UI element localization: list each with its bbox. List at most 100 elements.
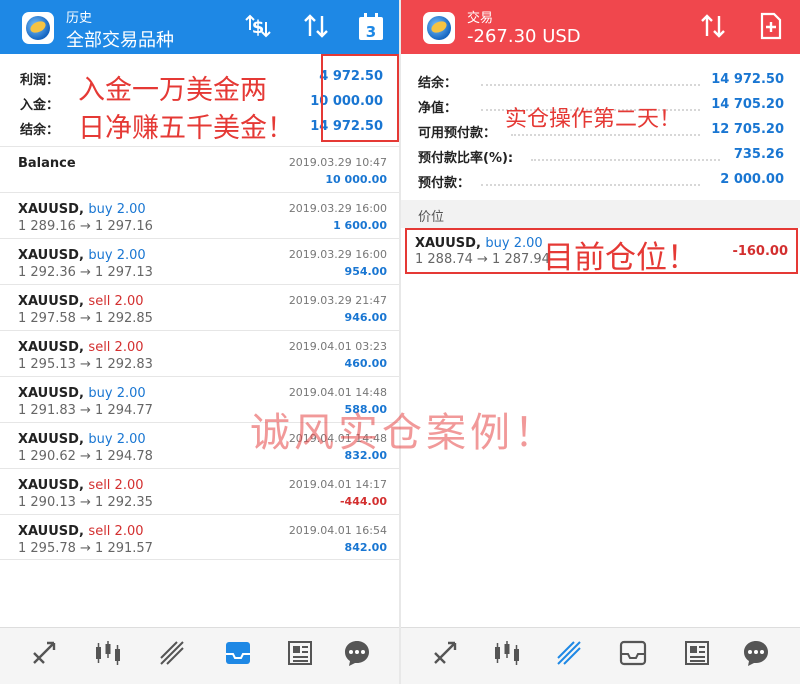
trade-symbol: XAUUSD, — [18, 386, 84, 401]
calendar-icon[interactable]: 3 — [355, 12, 387, 48]
trade-time: 2019.04.01 14:17 — [288, 478, 387, 491]
trade-prices: 1 295.78 → 1 291.57 — [18, 541, 153, 556]
news-icon[interactable] — [280, 638, 320, 674]
trade-symbol: XAUUSD, — [18, 248, 84, 263]
trade-row[interactable]: XAUUSD, sell 2.00 1 295.78 → 1 291.57 20… — [0, 514, 399, 560]
symbol-filter[interactable]: 全部交易品种 — [66, 26, 174, 52]
dot-leader — [481, 84, 700, 86]
trade-icon[interactable] — [549, 638, 589, 674]
sort-arrows-icon[interactable] — [697, 12, 729, 46]
trade-side: sell 2.00 — [88, 524, 144, 539]
summary-balance-label: 结余： — [20, 123, 60, 138]
metatrader-logo-icon[interactable] — [423, 12, 455, 44]
trade-symbol: XAUUSD, — [18, 202, 84, 217]
trade-row[interactable]: XAUUSD, sell 2.00 1 290.13 → 1 292.35 20… — [0, 468, 399, 514]
history-panel: 历史 全部交易品种 $ 3 利润： 4 972.50 入金： 10 000.00… — [0, 0, 399, 684]
trade-icon[interactable] — [152, 638, 192, 674]
trade-profit: 946.00 — [344, 311, 387, 324]
trade-side: sell 2.00 — [88, 340, 144, 355]
summary-profit-label: 利润： — [20, 73, 60, 88]
watermark-text: 诚风实仓案例！ — [250, 410, 558, 456]
trade-symbol: XAUUSD, — [18, 478, 84, 493]
bottom-navigation — [0, 627, 399, 684]
chart-candles-icon[interactable] — [88, 638, 128, 674]
summary-margin-level-label: 预付款比率(%): — [418, 151, 514, 166]
dot-leader — [511, 134, 700, 136]
trade-symbol: XAUUSD, — [18, 294, 84, 309]
trade-prices: 1 297.58 → 1 292.85 — [18, 311, 153, 326]
summary-deposit-label: 入金： — [20, 98, 60, 113]
summary-equity-value: 14 705.20 — [711, 97, 784, 112]
trade-side: buy 2.00 — [88, 202, 146, 217]
app-bar-title: 历史 — [66, 11, 93, 26]
history-app-bar: 历史 全部交易品种 $ 3 — [0, 0, 399, 54]
trade-side: sell 2.00 — [88, 478, 144, 493]
overlay-note: 实仓操作第二天！ — [505, 107, 682, 132]
trade-prices: 1 295.13 → 1 292.83 — [18, 357, 153, 372]
trade-prices: 1 289.16 → 1 297.16 — [18, 219, 153, 234]
trade-side: sell 2.00 — [88, 294, 144, 309]
summary-balance-value: 14 972.50 — [711, 72, 784, 87]
trade-row[interactable]: XAUUSD, buy 2.00 1 289.16 → 1 297.16 201… — [0, 192, 399, 238]
history-inbox-icon[interactable] — [613, 638, 653, 674]
trade-time: 2019.03.29 21:47 — [288, 294, 387, 307]
summary-margin-value: 2 000.00 — [720, 172, 784, 187]
overlay-position-note: 目前仓位！ — [543, 240, 698, 276]
section-label: 价位 — [418, 210, 445, 225]
trade-app-bar: 交易 -267.30 USD — [401, 0, 800, 54]
new-order-icon[interactable] — [757, 12, 785, 46]
trade-symbol: XAUUSD, — [18, 340, 84, 355]
trade-prices: 1 292.36 → 1 297.13 — [18, 265, 153, 280]
trade-symbol: XAUUSD, — [18, 432, 84, 447]
floating-pl: -267.30 USD — [467, 26, 581, 47]
trade-side: buy 2.00 — [88, 432, 146, 447]
trade-profit: 954.00 — [344, 265, 387, 278]
news-icon[interactable] — [677, 638, 717, 674]
trade-row[interactable]: XAUUSD, buy 2.00 1 292.36 → 1 297.13 201… — [0, 238, 399, 284]
balance-amount: 10 000.00 — [325, 173, 387, 186]
trade-profit: 842.00 — [344, 541, 387, 554]
dollar-sort-icon[interactable]: $ — [242, 12, 274, 46]
trade-side: buy 2.00 — [88, 248, 146, 263]
trade-row[interactable]: XAUUSD, sell 2.00 1 295.13 → 1 292.83 20… — [0, 330, 399, 376]
summary-margin-label: 预付款： — [418, 176, 471, 191]
trade-prices: 1 291.83 → 1 294.77 — [18, 403, 153, 418]
summary-margin-level-value: 735.26 — [733, 147, 784, 162]
trade-side: buy 2.00 — [88, 386, 146, 401]
balance-label: Balance — [18, 156, 76, 171]
overlay-line-1: 入金一万美金两 — [78, 75, 267, 106]
trade-time: 2019.04.01 14:48 — [288, 386, 387, 399]
trade-profit: 460.00 — [344, 357, 387, 370]
chart-candles-icon[interactable] — [487, 638, 527, 674]
positions-section-header: 价位 — [401, 200, 800, 228]
app-bar-title: 交易 — [467, 11, 494, 26]
trade-time: 2019.03.29 16:00 — [288, 248, 387, 261]
trade-time: 2019.04.01 16:54 — [288, 524, 387, 537]
balance-row[interactable]: Balance 2019.03.29 10:47 10 000.00 — [0, 146, 399, 192]
calendar-day-text: 3 — [366, 23, 376, 41]
trade-row[interactable]: XAUUSD, sell 2.00 1 297.58 → 1 292.85 20… — [0, 284, 399, 330]
quotes-icon[interactable] — [24, 638, 64, 674]
quotes-icon[interactable] — [425, 638, 465, 674]
history-inbox-icon[interactable] — [218, 638, 258, 674]
overlay-line-2: 日净赚五千美金！ — [78, 113, 294, 144]
chat-icon[interactable] — [736, 638, 776, 674]
summary-free-margin-label: 可用预付款： — [418, 126, 497, 141]
trade-profit: -444.00 — [339, 495, 387, 508]
metatrader-logo-icon[interactable] — [22, 12, 54, 44]
summary-equity-label: 净值： — [418, 101, 458, 116]
trade-time: 2019.04.01 03:23 — [288, 340, 387, 353]
dot-leader — [531, 159, 720, 161]
sort-arrows-icon[interactable] — [300, 12, 332, 46]
trade-prices: 1 290.13 → 1 292.35 — [18, 495, 153, 510]
dot-leader — [481, 184, 700, 186]
trade-symbol: XAUUSD, — [18, 524, 84, 539]
bottom-navigation — [401, 627, 800, 684]
balance-time: 2019.03.29 10:47 — [288, 156, 387, 169]
trade-panel: 交易 -267.30 USD 结余： 14 972.50 净值： 14 705.… — [401, 0, 800, 684]
trade-prices: 1 290.62 → 1 294.78 — [18, 449, 153, 464]
summary-free-margin-value: 12 705.20 — [711, 122, 784, 137]
summary-balance-label: 结余： — [418, 76, 458, 91]
trade-time: 2019.03.29 16:00 — [288, 202, 387, 215]
chat-icon[interactable] — [337, 638, 377, 674]
